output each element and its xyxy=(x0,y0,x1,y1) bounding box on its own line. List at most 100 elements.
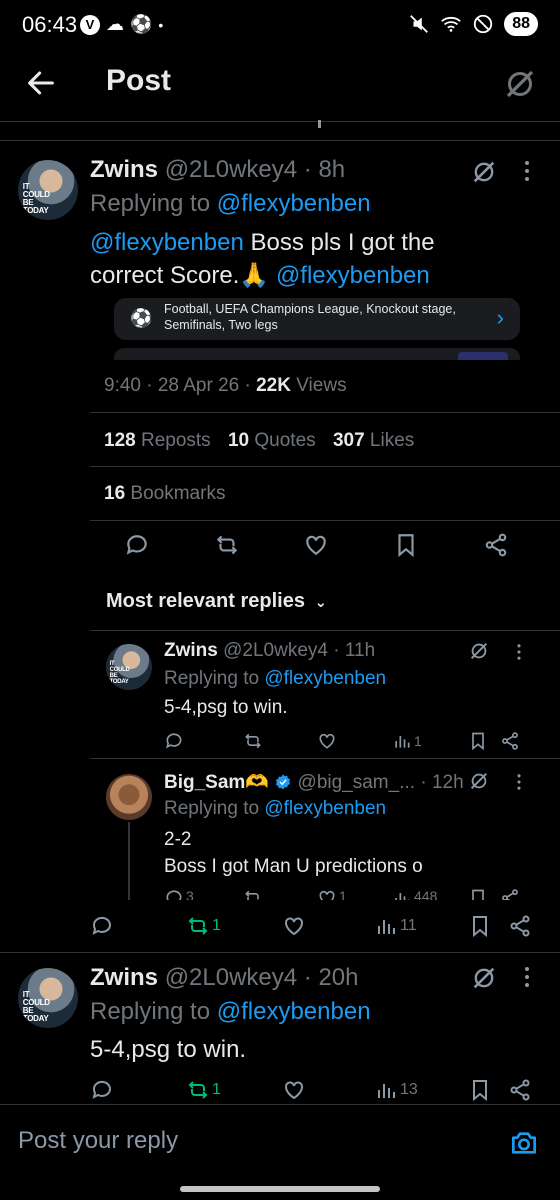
back-button[interactable] xyxy=(24,66,64,106)
like-button[interactable] xyxy=(282,1078,306,1102)
more-options-button[interactable] xyxy=(522,964,532,990)
reposts-count: 1 xyxy=(212,1081,221,1098)
grok-explain-button[interactable] xyxy=(468,640,490,662)
mention-link[interactable]: @flexybenben xyxy=(90,229,244,256)
camera-button[interactable] xyxy=(508,1127,540,1159)
like-button[interactable] xyxy=(303,532,329,558)
views-count: 11 xyxy=(400,917,417,934)
post-meta-line: 9:40 · 28 Apr 26 · 22K Views xyxy=(104,375,347,397)
share-button[interactable] xyxy=(508,1078,532,1102)
heart-icon xyxy=(306,535,326,555)
author-name[interactable]: Zwins xyxy=(164,640,218,661)
reply-button[interactable] xyxy=(90,1078,114,1102)
reply-button[interactable] xyxy=(164,731,184,751)
avatar[interactable]: IT COULD BE TODAY xyxy=(18,968,78,1028)
reply-item[interactable]: IT COULD BE TODAY Zwins @2L0wkey4 · 20h … xyxy=(0,952,560,1102)
repost-button[interactable]: 1 xyxy=(186,914,221,938)
replies-sort-dropdown[interactable]: Most relevant replies ⌄ xyxy=(106,590,327,613)
quotes-label: Quotes xyxy=(249,430,316,451)
reply-button[interactable] xyxy=(124,532,150,558)
reposts-stat[interactable]: 128 Reposts xyxy=(104,430,211,451)
grok-explain-button[interactable] xyxy=(468,770,490,792)
repost-button[interactable]: 1 xyxy=(186,1078,221,1102)
replying-to-label: Replying to xyxy=(164,668,260,689)
bookmark-button[interactable] xyxy=(468,914,492,938)
reply-button[interactable]: 3 xyxy=(164,888,194,900)
more-options-button[interactable] xyxy=(522,158,532,184)
share-icon xyxy=(502,889,518,900)
avatar[interactable]: IT COULD BE TODAY xyxy=(18,160,78,220)
grok-button[interactable] xyxy=(502,66,538,102)
champions-league-icon: ⚽ xyxy=(130,308,153,328)
replying-to-link[interactable]: @flexybenben xyxy=(264,798,386,819)
replying-to-label: Replying to xyxy=(164,798,260,819)
repost-icon xyxy=(245,890,259,900)
mention-link-end[interactable]: @flexybenben xyxy=(276,262,430,289)
replying-to-link[interactable]: @flexybenben xyxy=(217,190,371,217)
more-vertical-icon xyxy=(517,644,521,660)
bookmark-button[interactable] xyxy=(468,888,488,900)
views-button[interactable]: 1 xyxy=(392,731,422,751)
bookmark-button[interactable] xyxy=(393,532,419,558)
comment-icon xyxy=(92,916,111,935)
likes-label: Likes xyxy=(364,430,415,451)
divider xyxy=(90,412,560,413)
share-icon xyxy=(510,915,530,937)
divider xyxy=(90,520,560,521)
replying-to-line: Replying to @flexybenben xyxy=(164,798,386,820)
like-button[interactable]: 1 xyxy=(317,888,347,900)
reply-author-line: Zwins @2L0wkey4 · 11h xyxy=(164,640,376,661)
like-button[interactable] xyxy=(282,914,306,938)
reply-input[interactable]: Post your reply xyxy=(18,1127,178,1155)
author-name[interactable]: Zwins xyxy=(90,964,158,991)
share-button[interactable] xyxy=(508,914,532,938)
like-button[interactable] xyxy=(317,731,337,751)
repost-button[interactable] xyxy=(243,731,263,751)
author-handle[interactable]: @2L0wkey4 xyxy=(165,156,297,183)
heart-icon xyxy=(285,1081,303,1100)
bookmark-button[interactable] xyxy=(468,731,488,751)
bookmark-button[interactable] xyxy=(468,1078,492,1102)
reply-item[interactable]: Big_Sam🫶 @big_sam_... · 12h Replying to … xyxy=(0,760,560,900)
author-name[interactable]: Big_Sam🫶 xyxy=(164,772,269,793)
author-handle[interactable]: @big_sam_... xyxy=(298,772,416,793)
author-handle[interactable]: @2L0wkey4 xyxy=(165,964,297,991)
status-notification-icons: V ☁ ⚽ • xyxy=(80,14,163,35)
share-button[interactable] xyxy=(500,888,520,900)
reply-button[interactable] xyxy=(90,914,114,938)
views-button[interactable]: 448 xyxy=(392,888,437,900)
post-author-line: Zwins @2L0wkey4 · 8h xyxy=(90,156,346,183)
grok-explain-button[interactable] xyxy=(470,964,498,992)
status-system-icons: 88 xyxy=(408,12,538,36)
grok-icon xyxy=(473,161,495,183)
post-time: 8h xyxy=(318,156,346,183)
replying-to-link[interactable]: @flexybenben xyxy=(264,668,386,689)
author-name[interactable]: Zwins xyxy=(90,156,158,183)
share-icon xyxy=(485,533,507,557)
reply-action-bar: 1 xyxy=(0,731,560,753)
share-button[interactable] xyxy=(500,731,520,751)
author-handle[interactable]: @2L0wkey4 xyxy=(223,640,328,661)
likes-stat[interactable]: 307 Likes xyxy=(333,430,414,451)
avatar[interactable] xyxy=(106,774,152,820)
more-options-button[interactable] xyxy=(515,642,523,662)
quotes-stat[interactable]: 10 Quotes xyxy=(228,430,316,451)
replies-sort-label: Most relevant replies xyxy=(106,590,305,612)
home-indicator xyxy=(180,1186,380,1192)
replying-to-link[interactable]: @flexybenben xyxy=(217,998,371,1025)
repost-button[interactable] xyxy=(214,532,240,558)
views-button[interactable]: 13 xyxy=(374,1078,418,1102)
heart-icon xyxy=(319,890,335,900)
avatar[interactable]: IT COULD BE TODAY xyxy=(106,644,152,690)
more-options-button[interactable] xyxy=(515,772,523,792)
reply-item[interactable]: IT COULD BE TODAY Zwins @2L0wkey4 · 11h … xyxy=(0,630,560,760)
repost-button[interactable] xyxy=(243,888,263,900)
views-button[interactable]: 11 xyxy=(374,914,417,938)
reply-author-line: Zwins @2L0wkey4 · 20h xyxy=(90,964,359,991)
more-vertical-icon xyxy=(517,774,521,790)
bookmarks-stat[interactable]: 16 Bookmarks xyxy=(104,483,225,505)
share-button[interactable] xyxy=(483,532,509,558)
grok-explain-button[interactable] xyxy=(470,158,498,186)
match-card[interactable]: ⚽ Football, UEFA Champions League, Knock… xyxy=(114,298,520,340)
avatar-caption: IT COULD BE TODAY xyxy=(22,181,50,215)
